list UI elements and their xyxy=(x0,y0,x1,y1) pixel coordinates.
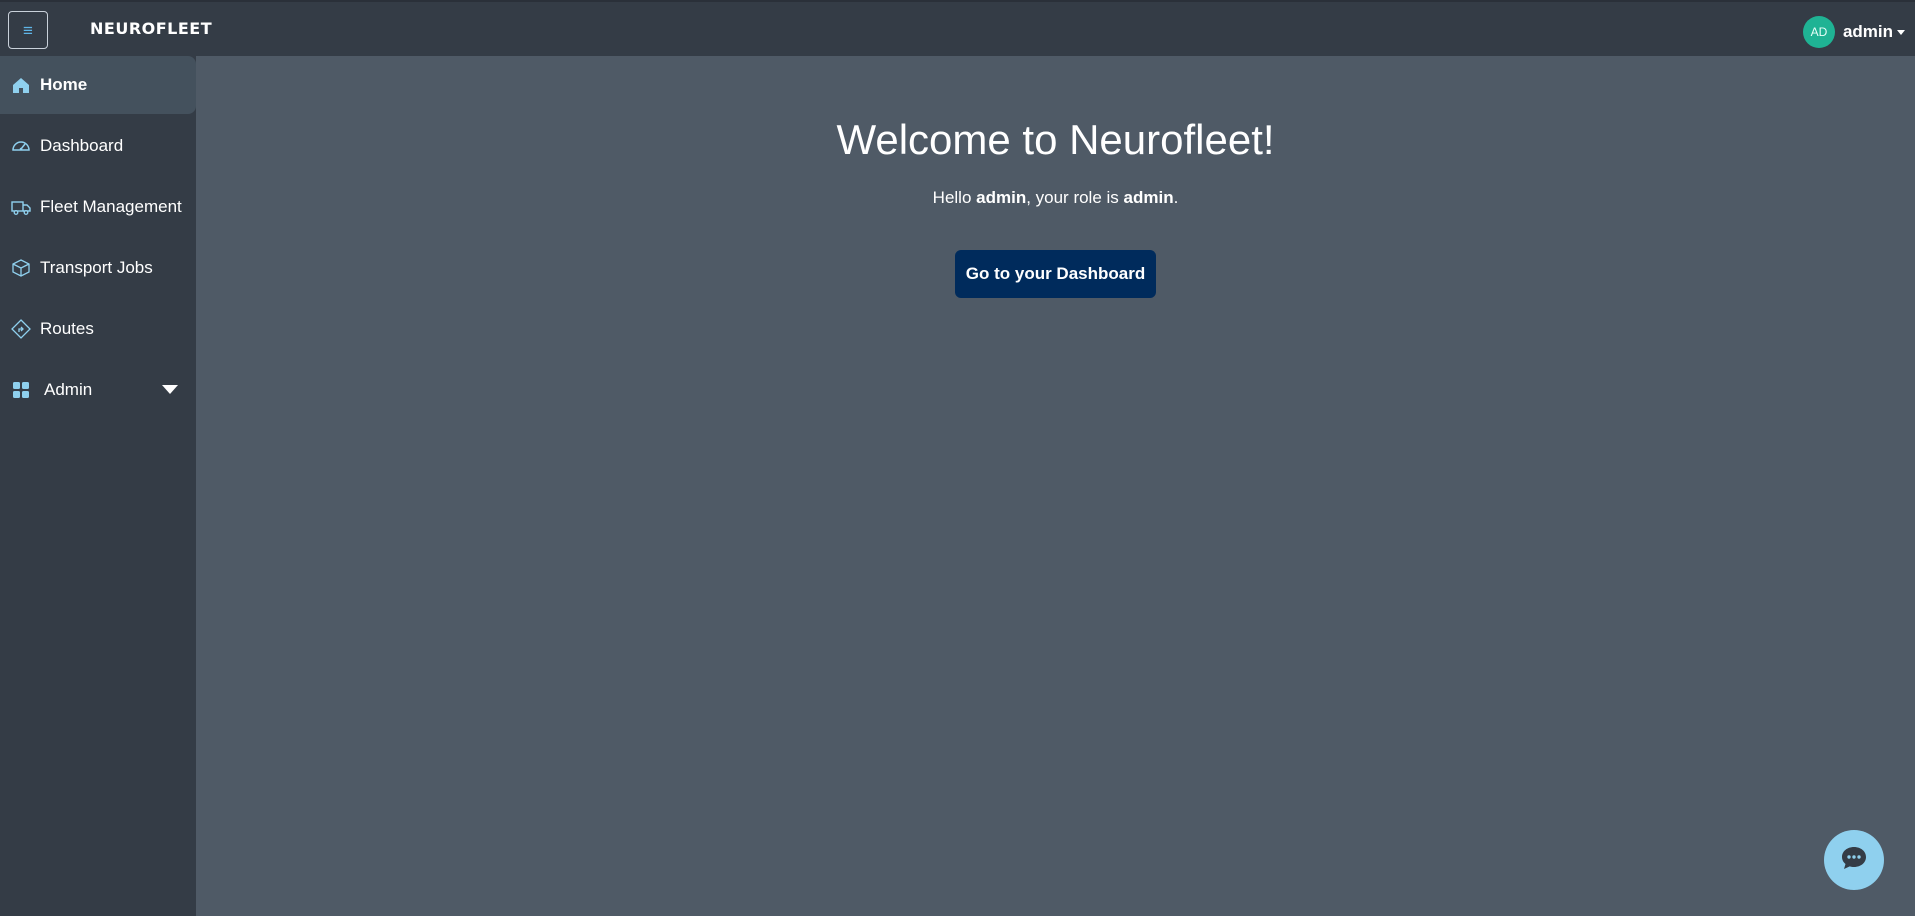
speedometer-icon xyxy=(11,136,31,156)
greeting-role: admin xyxy=(1123,188,1174,207)
sidebar-item-home[interactable]: Home xyxy=(0,56,196,114)
go-to-dashboard-button[interactable]: Go to your Dashboard xyxy=(954,250,1157,298)
sidebar-item-label: Fleet Management xyxy=(40,197,182,216)
grid-icon xyxy=(11,380,31,400)
avatar: AD xyxy=(1802,16,1835,48)
sidebar: Home Dashboard Fleet Management Transpor… xyxy=(0,56,196,916)
sidebar-toggle-button[interactable]: ≡ xyxy=(8,11,48,49)
route-sign-icon xyxy=(11,319,31,339)
caret-down-icon[interactable] xyxy=(162,385,178,394)
sidebar-item-label: Dashboard xyxy=(40,136,124,155)
main-content: Welcome to Neurofleet! Hello admin, your… xyxy=(196,56,1915,916)
truck-icon xyxy=(11,197,31,217)
sidebar-item-label: Transport Jobs xyxy=(40,258,153,277)
sidebar-item-dashboard[interactable]: Dashboard xyxy=(0,117,196,175)
sidebar-item-label: Routes xyxy=(40,319,94,338)
top-navbar: ≡ NEUROFLEET AD admin xyxy=(0,0,1915,56)
brand-logo[interactable]: NEUROFLEET xyxy=(90,19,212,38)
chat-bubble-icon xyxy=(1840,845,1868,876)
sidebar-item-label: Admin xyxy=(44,380,93,399)
page-title: Welcome to Neurofleet! xyxy=(836,116,1275,163)
sidebar-item-admin[interactable]: Admin xyxy=(0,361,196,419)
greeting-text: Hello admin, your role is admin. xyxy=(932,188,1179,207)
chat-button[interactable] xyxy=(1824,830,1884,890)
sidebar-item-label: Home xyxy=(40,75,88,94)
hamburger-menu-icon: ≡ xyxy=(23,20,33,40)
username: admin xyxy=(1842,22,1893,41)
box-icon xyxy=(11,258,31,278)
greeting-username: admin xyxy=(976,188,1027,207)
sidebar-item-transport-jobs[interactable]: Transport Jobs xyxy=(0,239,196,297)
sidebar-item-routes[interactable]: Routes xyxy=(0,300,196,358)
chevron-down-icon xyxy=(1897,29,1905,35)
user-menu[interactable]: AD admin xyxy=(1802,16,1905,48)
home-icon xyxy=(11,75,31,95)
sidebar-item-fleet-management[interactable]: Fleet Management xyxy=(0,178,196,236)
